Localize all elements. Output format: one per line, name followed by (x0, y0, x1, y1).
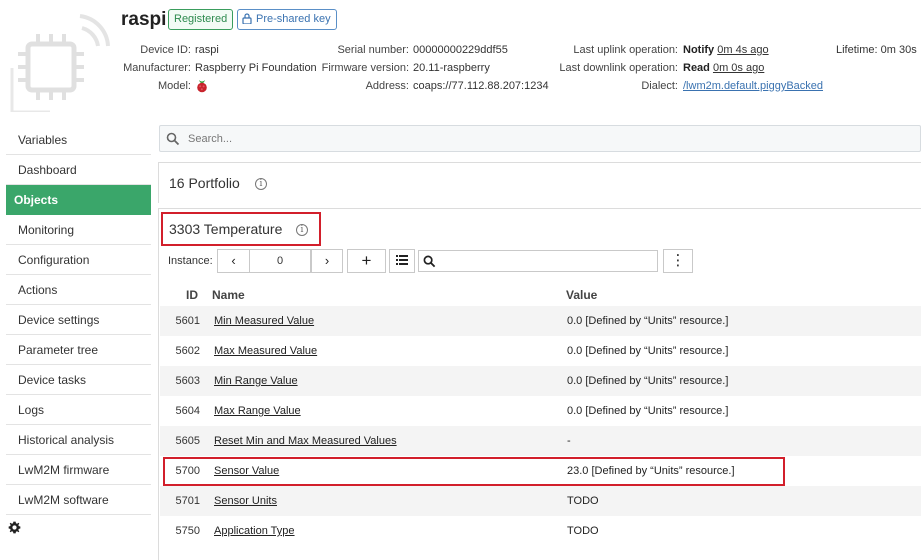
table-row: 5701 Sensor Units TODO (160, 486, 921, 516)
lifetime: Lifetime: 0m 30s (836, 44, 917, 56)
sidebar-item-configuration[interactable]: Configuration (6, 245, 151, 275)
table-row: 5604 Max Range Value 0.0 [Defined by “Un… (160, 396, 921, 426)
device-id-label: Device ID: (140, 44, 191, 56)
sidebar-item-monitoring[interactable]: Monitoring (6, 215, 151, 245)
sidebar-nav: Variables Dashboard Objects Monitoring C… (6, 125, 151, 515)
status-badge: Registered (168, 9, 234, 30)
resource-value: 0.0 [Defined by “Units” resource.] (567, 315, 729, 327)
table-row: 5605 Reset Min and Max Measured Values - (160, 426, 921, 456)
info-icon[interactable]: i (255, 178, 267, 190)
row-id: 5701 (175, 495, 200, 507)
resource-name-link[interactable]: Min Range Value (214, 375, 298, 387)
resource-filter-input[interactable] (418, 250, 658, 272)
device-header: raspi Registered Pre-shared key Device I… (0, 0, 921, 120)
uplink-operation: Notify (683, 44, 715, 56)
column-header-id: ID (186, 288, 198, 302)
row-id: 5601 (175, 315, 200, 327)
table-row: 5750 Application Type TODO (160, 516, 921, 546)
resource-name-link[interactable]: Min Measured Value (214, 315, 314, 327)
address-value: coaps://77.112.88.207:1234 (413, 80, 549, 92)
lifetime-value: 0m 30s (880, 44, 917, 56)
lifetime-label: Lifetime: (836, 44, 878, 56)
resource-name-link[interactable]: Sensor Units (214, 495, 277, 507)
resource-value: TODO (567, 525, 599, 537)
security-badge-label: Pre-shared key (256, 13, 331, 25)
resource-name-link[interactable]: Max Measured Value (214, 345, 317, 357)
resource-value: - (567, 435, 571, 447)
instance-next-button[interactable]: › (311, 249, 343, 273)
object-panel-portfolio: 16 Portfolio i (158, 162, 921, 203)
manufacturer-label: Manufacturer: (123, 62, 191, 74)
list-icon (396, 255, 408, 265)
row-id: 5750 (175, 525, 200, 537)
resource-value: 0.0 [Defined by “Units” resource.] (567, 405, 729, 417)
search-icon (423, 255, 436, 268)
instance-input[interactable]: 0 (249, 249, 311, 273)
resource-value: 0.0 [Defined by “Units” resource.] (567, 375, 729, 387)
gear-icon[interactable] (8, 521, 21, 534)
sidebar-item-device-tasks[interactable]: Device tasks (6, 365, 151, 395)
downlink-operation: Read (683, 62, 710, 74)
column-header-value: Value (566, 288, 598, 302)
dialect-label: Dialect: (641, 80, 678, 92)
device-id-value: raspi (195, 44, 219, 56)
resource-name-link[interactable]: Max Range Value (214, 405, 301, 417)
table-row: 5601 Min Measured Value 0.0 [Defined by … (160, 306, 921, 336)
sidebar-item-lwm2m-firmware[interactable]: LwM2M firmware (6, 455, 151, 485)
downlink-time-link[interactable]: 0m 0s ago (713, 62, 764, 74)
device-chip-icon (10, 14, 110, 112)
security-badge[interactable]: Pre-shared key (237, 9, 337, 30)
row-id: 5603 (175, 375, 200, 387)
serial-value: 00000000229ddf55 (413, 44, 508, 56)
row-id: 5605 (175, 435, 200, 447)
device-name: raspi (121, 9, 167, 30)
sidebar-item-dashboard[interactable]: Dashboard (6, 155, 151, 185)
resource-value: 0.0 [Defined by “Units” resource.] (567, 345, 729, 357)
manufacturer-value: Raspberry Pi Foundation (195, 62, 317, 74)
object-search-bar[interactable] (159, 125, 921, 152)
object-title-portfolio: 16 Portfolio (169, 175, 240, 191)
firmware-label: Firmware version: (321, 62, 409, 74)
highlight-box-sensor-value (163, 457, 785, 486)
sidebar-item-parameter-tree[interactable]: Parameter tree (6, 335, 151, 365)
uplink-label: Last uplink operation: (573, 44, 678, 56)
row-id: 5602 (175, 345, 200, 357)
search-input[interactable] (188, 130, 788, 148)
lock-icon (242, 13, 252, 25)
model-label: Model: (157, 80, 191, 92)
dialect-link[interactable]: /lwm2m.default.piggyBacked (683, 80, 823, 92)
sidebar-item-logs[interactable]: Logs (6, 395, 151, 425)
sidebar-item-historical-analysis[interactable]: Historical analysis (6, 425, 151, 455)
search-icon (166, 132, 180, 146)
uplink-value: Notify 0m 4s ago (683, 44, 769, 56)
sidebar-item-objects[interactable]: Objects (6, 185, 151, 215)
sidebar-item-variables[interactable]: Variables (6, 125, 151, 155)
raspberry-logo-icon (197, 80, 207, 93)
serial-label: Serial number: (337, 44, 409, 56)
uplink-time-link[interactable]: 0m 4s ago (717, 44, 768, 56)
resource-name-link[interactable]: Application Type (214, 525, 295, 537)
resource-value: TODO (567, 495, 599, 507)
list-view-button[interactable] (389, 249, 415, 273)
sidebar-item-actions[interactable]: Actions (6, 275, 151, 305)
sidebar-item-lwm2m-software[interactable]: LwM2M software (6, 485, 151, 515)
table-row: 5602 Max Measured Value 0.0 [Defined by … (160, 336, 921, 366)
column-header-name[interactable]: Name (212, 288, 245, 302)
sidebar-item-device-settings[interactable]: Device settings (6, 305, 151, 335)
downlink-label: Last downlink operation: (559, 62, 678, 74)
table-row: 5603 Min Range Value 0.0 [Defined by “Un… (160, 366, 921, 396)
more-options-button[interactable]: ⋮ (663, 249, 693, 273)
instance-prev-button[interactable]: ‹ (217, 249, 250, 273)
address-label: Address: (365, 80, 409, 92)
highlight-box-object-title (161, 212, 321, 246)
resource-name-link[interactable]: Reset Min and Max Measured Values (214, 435, 397, 447)
instance-label: Instance: (168, 255, 213, 267)
downlink-value: Read 0m 0s ago (683, 62, 764, 74)
add-instance-button[interactable]: + (347, 249, 386, 273)
row-id: 5604 (175, 405, 200, 417)
firmware-value: 20.11-raspberry (413, 62, 490, 74)
